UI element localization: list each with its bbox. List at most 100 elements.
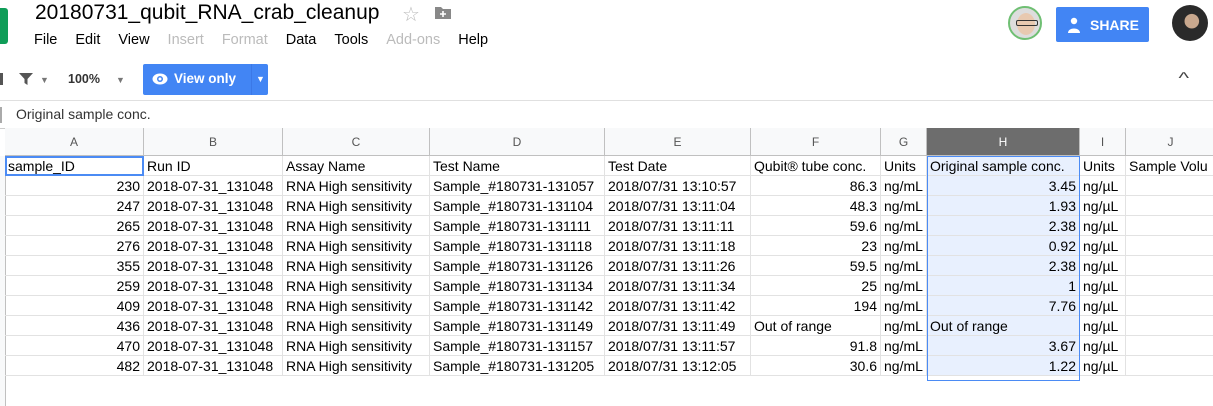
table-cell[interactable]: 59.5 — [751, 256, 881, 276]
star-icon[interactable]: ☆ — [402, 2, 420, 27]
table-cell[interactable]: 2018-07-31_131048 — [144, 276, 283, 296]
table-cell[interactable]: 194 — [751, 296, 881, 316]
table-cell[interactable] — [1126, 356, 1213, 376]
table-cell[interactable]: 2018/07/31 13:11:42 — [605, 296, 751, 316]
table-cell[interactable]: RNA High sensitivity — [283, 276, 430, 296]
table-cell[interactable]: 482 — [5, 356, 144, 376]
table-cell[interactable]: RNA High sensitivity — [283, 216, 430, 236]
header-cell[interactable]: Sample Volu — [1126, 156, 1213, 176]
table-cell[interactable]: 2.38 — [927, 256, 1080, 276]
table-cell[interactable] — [1126, 196, 1213, 216]
column-header-j[interactable]: J — [1126, 128, 1213, 156]
account-avatar[interactable] — [1172, 5, 1208, 41]
table-cell[interactable]: RNA High sensitivity — [283, 316, 430, 336]
table-cell[interactable]: RNA High sensitivity — [283, 196, 430, 216]
table-cell[interactable]: Out of range — [927, 316, 1080, 336]
table-cell[interactable]: 59.6 — [751, 216, 881, 236]
table-cell[interactable]: ng/mL — [881, 276, 927, 296]
table-cell[interactable]: ng/mL — [881, 296, 927, 316]
table-cell[interactable]: 355 — [5, 256, 144, 276]
chevron-down-icon[interactable]: ▼ — [116, 75, 125, 85]
header-cell[interactable]: sample_ID — [5, 156, 144, 176]
table-cell[interactable]: 86.3 — [751, 176, 881, 196]
table-cell[interactable]: Sample_#180731-131104 — [430, 196, 605, 216]
header-cell[interactable]: Qubit® tube conc. — [751, 156, 881, 176]
table-cell[interactable]: ng/µL — [1080, 236, 1126, 256]
table-cell[interactable]: 48.3 — [751, 196, 881, 216]
table-cell[interactable]: 247 — [5, 196, 144, 216]
table-cell[interactable] — [1126, 236, 1213, 256]
menu-tools[interactable]: Tools — [334, 32, 368, 48]
table-cell[interactable]: ng/µL — [1080, 276, 1126, 296]
table-cell[interactable] — [1126, 296, 1213, 316]
table-cell[interactable]: 2018/07/31 13:11:04 — [605, 196, 751, 216]
header-cell[interactable]: Run ID — [144, 156, 283, 176]
table-cell[interactable]: 2018-07-31_131048 — [144, 256, 283, 276]
table-cell[interactable]: 2018-07-31_131048 — [144, 296, 283, 316]
table-cell[interactable]: ng/µL — [1080, 216, 1126, 236]
table-cell[interactable]: 470 — [5, 336, 144, 356]
table-cell[interactable]: 3.45 — [927, 176, 1080, 196]
table-cell[interactable]: Sample_#180731-131149 — [430, 316, 605, 336]
table-cell[interactable]: 2018-07-31_131048 — [144, 196, 283, 216]
table-cell[interactable]: ng/µL — [1080, 316, 1126, 336]
table-cell[interactable] — [1126, 216, 1213, 236]
table-cell[interactable]: 2018-07-31_131048 — [144, 216, 283, 236]
column-header-b[interactable]: B — [144, 128, 283, 156]
table-cell[interactable]: 2018-07-31_131048 — [144, 356, 283, 376]
column-header-c[interactable]: C — [283, 128, 430, 156]
table-cell[interactable]: 2.38 — [927, 216, 1080, 236]
move-to-drive-icon[interactable] — [433, 3, 453, 21]
menu-edit[interactable]: Edit — [75, 32, 100, 48]
table-cell[interactable]: ng/µL — [1080, 336, 1126, 356]
header-cell[interactable]: Units — [881, 156, 927, 176]
header-cell[interactable]: Assay Name — [283, 156, 430, 176]
table-cell[interactable] — [1126, 316, 1213, 336]
table-cell[interactable]: 2018/07/31 13:11:49 — [605, 316, 751, 336]
document-title[interactable]: 20180731_qubit_RNA_crab_cleanup — [35, 1, 379, 25]
table-cell[interactable]: 25 — [751, 276, 881, 296]
menu-view[interactable]: View — [118, 32, 149, 48]
table-cell[interactable]: 2018-07-31_131048 — [144, 336, 283, 356]
table-cell[interactable]: Sample_#180731-131057 — [430, 176, 605, 196]
table-cell[interactable]: Sample_#180731-131111 — [430, 216, 605, 236]
table-cell[interactable]: 0.92 — [927, 236, 1080, 256]
zoom-select[interactable]: 100% — [68, 72, 100, 86]
table-cell[interactable]: 3.67 — [927, 336, 1080, 356]
chevron-down-icon[interactable]: ▼ — [256, 74, 265, 84]
table-cell[interactable]: 2018-07-31_131048 — [144, 236, 283, 256]
table-cell[interactable]: ng/µL — [1080, 176, 1126, 196]
table-cell[interactable]: ng/µL — [1080, 196, 1126, 216]
table-cell[interactable]: 276 — [5, 236, 144, 256]
table-cell[interactable]: ng/mL — [881, 236, 927, 256]
menu-file[interactable]: File — [34, 32, 57, 48]
share-button[interactable]: SHARE — [1056, 7, 1149, 42]
menu-data[interactable]: Data — [286, 32, 317, 48]
table-cell[interactable]: 2018/07/31 13:11:11 — [605, 216, 751, 236]
column-header-i[interactable]: I — [1080, 128, 1126, 156]
table-cell[interactable]: Sample_#180731-131142 — [430, 296, 605, 316]
table-cell[interactable] — [1126, 276, 1213, 296]
table-cell[interactable]: ng/µL — [1080, 296, 1126, 316]
table-cell[interactable] — [1126, 256, 1213, 276]
table-cell[interactable]: ng/mL — [881, 316, 927, 336]
collaborator-avatar[interactable] — [1008, 6, 1042, 40]
chevron-down-icon[interactable]: ▼ — [40, 75, 49, 85]
table-cell[interactable]: 1.93 — [927, 196, 1080, 216]
table-cell[interactable]: 2018/07/31 13:11:18 — [605, 236, 751, 256]
table-cell[interactable]: Sample_#180731-131157 — [430, 336, 605, 356]
table-cell[interactable]: Sample_#180731-131118 — [430, 236, 605, 256]
table-cell[interactable]: 2018/07/31 13:11:26 — [605, 256, 751, 276]
column-header-e[interactable]: E — [605, 128, 751, 156]
table-cell[interactable]: 30.6 — [751, 356, 881, 376]
header-cell[interactable]: Units — [1080, 156, 1126, 176]
table-cell[interactable]: 409 — [5, 296, 144, 316]
column-header-h[interactable]: H — [927, 128, 1080, 156]
table-cell[interactable]: 1 — [927, 276, 1080, 296]
table-cell[interactable]: 230 — [5, 176, 144, 196]
table-cell[interactable]: Out of range — [751, 316, 881, 336]
column-header-d[interactable]: D — [430, 128, 605, 156]
table-cell[interactable]: ng/mL — [881, 196, 927, 216]
header-cell[interactable]: Test Date — [605, 156, 751, 176]
filter-icon[interactable] — [18, 72, 34, 86]
